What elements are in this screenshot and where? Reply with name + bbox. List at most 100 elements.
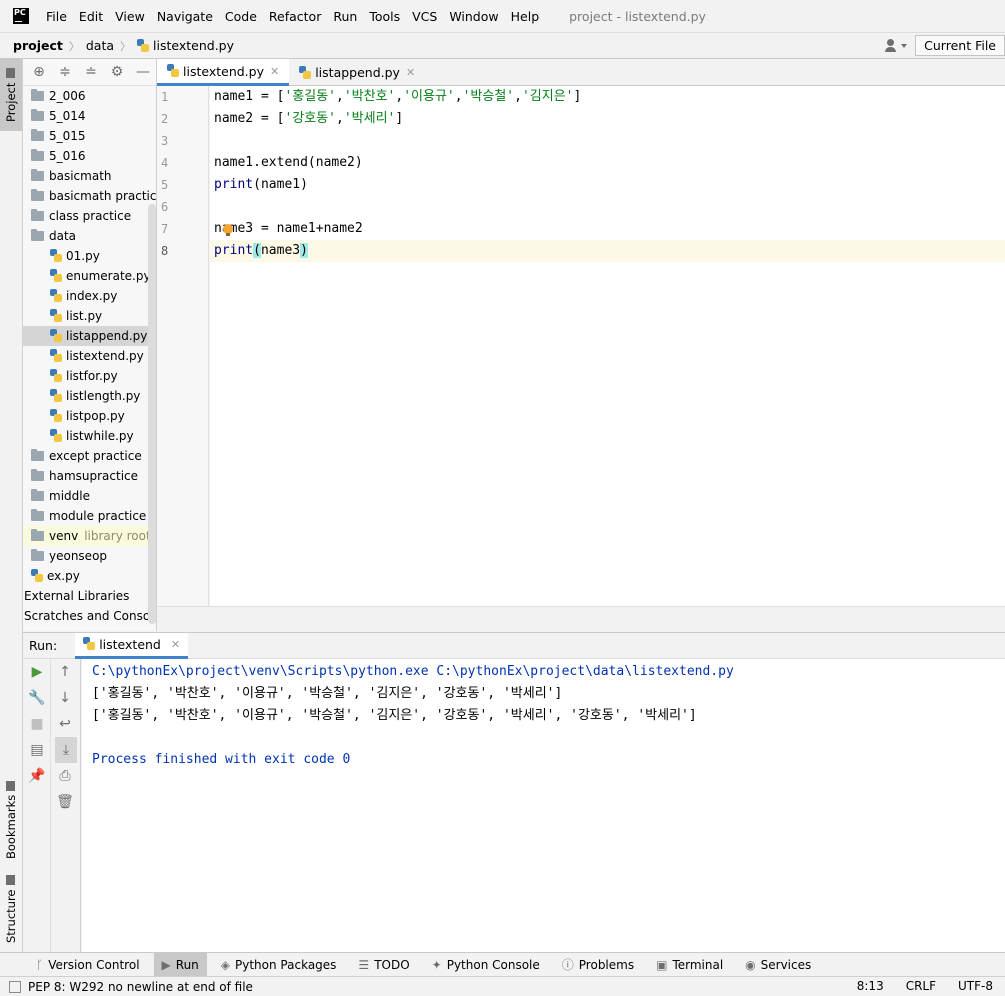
menu-edit[interactable]: Edit	[79, 9, 103, 24]
close-icon[interactable]: ✕	[171, 638, 180, 651]
tree-item[interactable]: 01.py	[23, 246, 156, 266]
menu-tools[interactable]: Tools	[369, 9, 400, 24]
menu-file[interactable]: File	[46, 9, 67, 24]
tree-item[interactable]: yeonseop	[23, 546, 156, 566]
code-line: print(name1)	[214, 177, 308, 192]
tree-item[interactable]: listlength.py	[23, 386, 156, 406]
scroll-to-end-icon[interactable]: ⤓	[55, 737, 77, 763]
python-icon	[83, 637, 96, 651]
status-message[interactable]: PEP 8: W292 no newline at end of file	[9, 980, 253, 994]
tree-item[interactable]: 2_006	[23, 86, 156, 106]
tree-item[interactable]: enumerate.py	[23, 266, 156, 286]
pin-icon[interactable]: 📌	[23, 763, 51, 789]
breadcrumb-project[interactable]: project	[13, 38, 63, 53]
line-separator[interactable]: CRLF	[906, 979, 936, 993]
tree-item[interactable]: data	[23, 226, 156, 246]
tab-listextend[interactable]: listextend.py ✕	[157, 59, 290, 86]
collapse-all-icon[interactable]: ≐	[78, 61, 104, 83]
folder-icon	[31, 89, 44, 101]
tree-item[interactable]: 5_014	[23, 106, 156, 126]
tree-item[interactable]: except practice	[23, 446, 156, 466]
soft-wrap-icon[interactable]: ↩	[51, 711, 79, 737]
layout-icon[interactable]: ▤	[23, 737, 51, 763]
tree-item[interactable]: listappend.py	[23, 326, 156, 346]
menu-bar: PC File Edit View Navigate Code Refactor…	[0, 0, 1005, 32]
tool-window-services[interactable]: ◉ Services	[737, 953, 819, 976]
trash-icon[interactable]: 🗑	[51, 789, 79, 815]
folder-icon	[31, 509, 44, 521]
rerun-icon[interactable]: ▶	[23, 659, 51, 685]
hide-panel-icon[interactable]: —	[130, 61, 156, 83]
menu-help[interactable]: Help	[511, 9, 540, 24]
tree-item[interactable]: venv library root	[23, 526, 156, 546]
tree-item[interactable]: 5_015	[23, 126, 156, 146]
arrow-up-icon[interactable]: ↑	[51, 659, 79, 685]
tool-window-python-packages[interactable]: ◈ Python Packages	[213, 953, 345, 976]
tree-item[interactable]: Scratches and Consoles	[23, 606, 156, 626]
wrench-icon[interactable]: 🔧	[23, 685, 51, 711]
close-icon[interactable]: ✕	[270, 65, 279, 78]
tree-item[interactable]: hamsupractice	[23, 466, 156, 486]
window-title: project - listextend.py	[569, 8, 706, 24]
tree-scrollbar[interactable]	[148, 204, 156, 624]
menu-window[interactable]: Window	[449, 9, 498, 24]
tree-item[interactable]: ex.py	[23, 566, 156, 586]
tree-item-label: listlength.py	[66, 389, 141, 403]
tool-tab-structure[interactable]: Structure	[0, 873, 22, 945]
run-tab-listextend[interactable]: listextend ✕	[75, 632, 189, 659]
menu-navigate[interactable]: Navigate	[157, 9, 213, 24]
tool-window-terminal[interactable]: ▣ Terminal	[648, 953, 731, 976]
print-icon[interactable]: ⎙	[51, 763, 79, 789]
tool-window-run[interactable]: ▶ Run	[153, 953, 207, 976]
status-panel-icon[interactable]	[9, 980, 21, 993]
menu-run[interactable]: Run	[333, 9, 357, 24]
file-encoding[interactable]: UTF-8	[958, 979, 993, 993]
navigation-bar: project 〉 data 〉 listextend.py Current F…	[0, 32, 1005, 59]
tree-item[interactable]: class practice	[23, 206, 156, 226]
expand-all-icon[interactable]: ≑	[52, 61, 78, 83]
tree-item[interactable]: listwhile.py	[23, 426, 156, 446]
close-icon[interactable]: ✕	[406, 66, 415, 79]
tree-item[interactable]: basicmath practice	[23, 186, 156, 206]
tool-window-todo[interactable]: ☰ TODO	[350, 953, 417, 976]
menu-refactor[interactable]: Refactor	[269, 9, 321, 24]
tree-item[interactable]: listfor.py	[23, 366, 156, 386]
menu-code[interactable]: Code	[225, 9, 257, 24]
tree-item[interactable]: listextend.py	[23, 346, 156, 366]
breadcrumb-data[interactable]: data	[86, 38, 114, 53]
structure-icon	[6, 875, 16, 886]
menu-vcs[interactable]: VCS	[412, 9, 437, 24]
breadcrumb-file[interactable]: listextend.py	[153, 38, 234, 53]
gear-icon[interactable]: ⚙	[104, 61, 130, 83]
tool-tab-project[interactable]: Project	[0, 59, 22, 131]
tree-item[interactable]: basicmath	[23, 166, 156, 186]
tree-item[interactable]: listpop.py	[23, 406, 156, 426]
menu-view[interactable]: View	[115, 9, 145, 24]
caret-position[interactable]: 8:13	[857, 979, 884, 993]
python-file-icon	[50, 349, 62, 363]
tree-item[interactable]: middle	[23, 486, 156, 506]
console-output[interactable]: C:\pythonEx\project\venv\Scripts\python.…	[82, 659, 1005, 952]
tool-window-label: Python Packages	[235, 957, 337, 972]
locate-target-icon[interactable]: ⊕	[26, 61, 52, 83]
python-file-icon	[50, 409, 62, 423]
tab-listappend[interactable]: listappend.py ✕	[289, 59, 425, 86]
tool-window-python-console[interactable]: ✦ Python Console	[424, 953, 548, 976]
tree-item[interactable]: 5_016	[23, 146, 156, 166]
tool-tab-bookmarks[interactable]: Bookmarks	[0, 777, 22, 863]
tab-label: listappend.py	[315, 65, 400, 80]
tree-item[interactable]: External Libraries	[23, 586, 156, 606]
arrow-down-icon[interactable]: ↓	[51, 685, 79, 711]
tree-item-label: hamsupractice	[49, 469, 139, 483]
user-account-icon[interactable]	[883, 36, 908, 56]
stop-icon[interactable]: ■	[23, 711, 51, 737]
tree-item[interactable]: module practice	[23, 506, 156, 526]
tool-window-problems[interactable]: ⓘ Problems	[554, 953, 642, 976]
tree-item-label: listpop.py	[66, 409, 125, 423]
tool-window-version-control[interactable]: ᚴ Version Control	[28, 953, 148, 976]
code-editor[interactable]: name1 = ['홍길동','박찬호','이용규','박승철','김지은'] n…	[210, 86, 1005, 606]
tree-item[interactable]: list.py	[23, 306, 156, 326]
lightbulb-icon[interactable]	[223, 224, 233, 236]
tree-item[interactable]: index.py	[23, 286, 156, 306]
run-configuration-select[interactable]: Current File	[915, 35, 1005, 56]
